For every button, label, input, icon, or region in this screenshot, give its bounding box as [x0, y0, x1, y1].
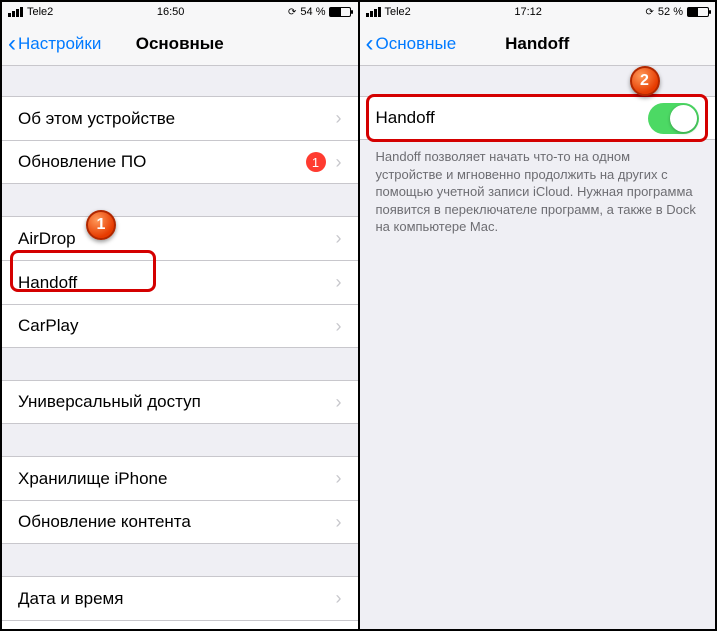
- row-carplay[interactable]: CarPlay ›: [2, 304, 358, 348]
- update-badge: 1: [306, 152, 326, 172]
- row-storage[interactable]: Хранилище iPhone ›: [2, 456, 358, 500]
- row-date-time[interactable]: Дата и время ›: [2, 576, 358, 620]
- signal-icon: [366, 7, 381, 17]
- row-label: CarPlay: [18, 316, 336, 336]
- chevron-right-icon: ›: [336, 316, 342, 337]
- chevron-right-icon: ›: [336, 272, 342, 293]
- back-label: Настройки: [18, 34, 101, 54]
- row-handoff[interactable]: Handoff ›: [2, 260, 358, 304]
- back-button[interactable]: ‹ Настройки: [2, 32, 101, 56]
- settings-list: Об этом устройстве › Обновление ПО 1 › A…: [2, 66, 358, 629]
- row-background-refresh[interactable]: Обновление контента ›: [2, 500, 358, 544]
- row-label: Универсальный доступ: [18, 392, 336, 412]
- carrier-label: Tele2: [27, 6, 53, 18]
- carrier-label: Tele2: [385, 6, 411, 18]
- annotation-callout-1: 1: [86, 210, 116, 240]
- back-label: Основные: [376, 34, 457, 54]
- clock-label: 16:50: [157, 6, 185, 18]
- chevron-right-icon: ›: [336, 228, 342, 249]
- chevron-right-icon: ›: [336, 512, 342, 533]
- row-label: AirDrop: [18, 229, 336, 249]
- clock-label: 17:12: [514, 6, 542, 18]
- handoff-settings: Handoff Handoff позволяет начать что-то …: [360, 66, 716, 629]
- row-keyboard[interactable]: Клавиатура ›: [2, 620, 358, 629]
- battery-pct-label: 54 %: [300, 6, 325, 18]
- nav-bar: ‹ Настройки Основные: [2, 22, 358, 66]
- row-label: Обновление ПО: [18, 152, 306, 172]
- row-label: Обновление контента: [18, 512, 336, 532]
- battery-icon: [329, 7, 351, 17]
- phone-right-handoff-settings: Tele2 17:12 ⟳ 52 % ‹ Основные Handoff Ha…: [360, 2, 716, 629]
- chevron-left-icon: ‹: [366, 32, 374, 56]
- chevron-right-icon: ›: [336, 468, 342, 489]
- chevron-right-icon: ›: [336, 152, 342, 173]
- row-handoff-toggle[interactable]: Handoff: [360, 96, 716, 140]
- row-accessibility[interactable]: Универсальный доступ ›: [2, 380, 358, 424]
- row-label: Об этом устройстве: [18, 109, 336, 129]
- row-label: Дата и время: [18, 589, 336, 609]
- row-about[interactable]: Об этом устройстве ›: [2, 96, 358, 140]
- row-software-update[interactable]: Обновление ПО 1 ›: [2, 140, 358, 184]
- row-label: Handoff: [376, 108, 649, 128]
- battery-pct-label: 52 %: [658, 6, 683, 18]
- status-bar: Tele2 16:50 ⟳ 54 %: [2, 2, 358, 22]
- rotation-lock-icon: ⟳: [646, 7, 654, 18]
- row-label: Handoff: [18, 273, 336, 293]
- handoff-toggle[interactable]: [648, 103, 699, 134]
- nav-bar: ‹ Основные Handoff: [360, 22, 716, 66]
- signal-icon: [8, 7, 23, 17]
- chevron-right-icon: ›: [336, 108, 342, 129]
- chevron-right-icon: ›: [336, 392, 342, 413]
- back-button[interactable]: ‹ Основные: [360, 32, 457, 56]
- row-label: Хранилище iPhone: [18, 469, 336, 489]
- row-airdrop[interactable]: AirDrop ›: [2, 216, 358, 260]
- battery-icon: [687, 7, 709, 17]
- handoff-description: Handoff позволяет начать что-то на одном…: [360, 140, 716, 236]
- rotation-lock-icon: ⟳: [288, 7, 296, 18]
- status-bar: Tele2 17:12 ⟳ 52 %: [360, 2, 716, 22]
- chevron-right-icon: ›: [336, 588, 342, 609]
- chevron-left-icon: ‹: [8, 32, 16, 56]
- phone-left-general-settings: Tele2 16:50 ⟳ 54 % ‹ Настройки Основные …: [2, 2, 360, 629]
- annotation-callout-2: 2: [630, 66, 660, 96]
